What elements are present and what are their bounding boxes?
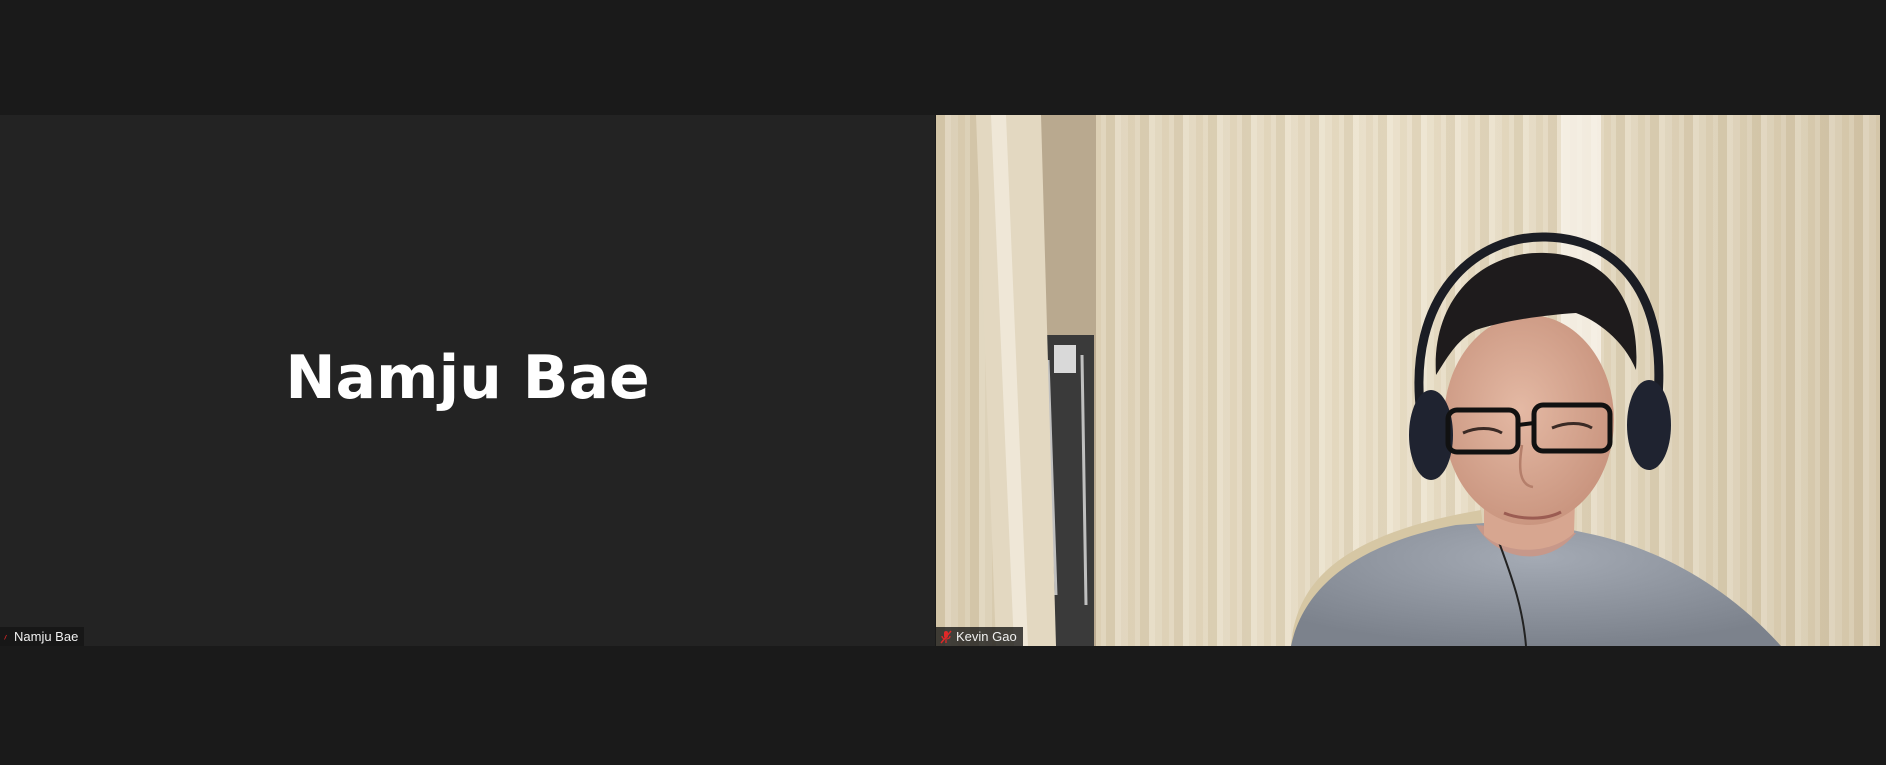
participant-video-feed — [936, 115, 1880, 646]
mic-muted-icon — [940, 630, 952, 643]
participant-name-label: Kevin Gao — [936, 627, 1023, 646]
participant-name-text: Namju Bae — [14, 629, 79, 644]
participant-tile-namju-bae[interactable]: Namju Bae Namju Bae — [0, 115, 935, 646]
participant-name-text: Kevin Gao — [956, 629, 1017, 644]
gallery-view: Namju Bae Namju Bae Kevin Gao — [0, 0, 1886, 765]
participant-tile-kevin-gao[interactable]: Kevin Gao — [936, 115, 1880, 646]
participant-name-label: Namju Bae — [0, 627, 85, 646]
mic-muted-small-icon — [4, 634, 7, 640]
participant-display-name: Namju Bae — [285, 342, 650, 413]
